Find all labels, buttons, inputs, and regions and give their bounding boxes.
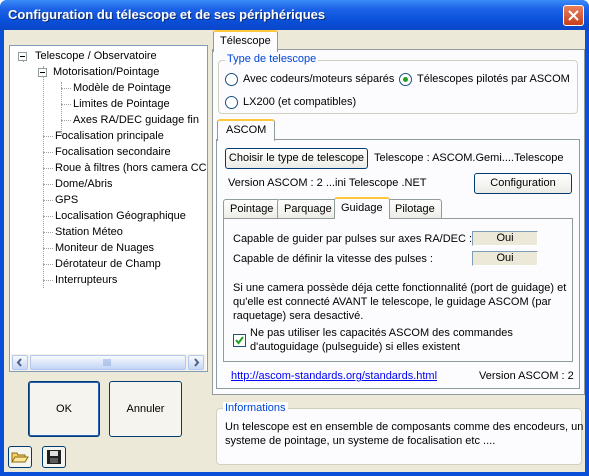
save-button[interactable]: [42, 446, 66, 468]
tree-item-modele-pointage[interactable]: Modèle de Pointage: [73, 80, 171, 96]
tree-item-moniteur-nuages[interactable]: Moniteur de Nuages: [55, 240, 154, 256]
guidage-tab-panel: Capable de guider par pulses sur axes RA…: [223, 218, 573, 362]
tree-item-interrupteurs[interactable]: Interrupteurs: [55, 272, 117, 288]
tab-telescope[interactable]: Télescope: [213, 30, 278, 52]
title-bar[interactable]: Configuration du télescope et de ses pér…: [0, 0, 589, 30]
radio-label-lx200[interactable]: LX200 (et compatibles): [243, 96, 356, 108]
informations-line2: systeme de pointage, un systeme de focal…: [225, 435, 496, 447]
tree-item-telescope[interactable]: Telescope / Observatoire: [35, 48, 157, 64]
dialog-window: Configuration du télescope et de ses pér…: [0, 0, 589, 476]
close-icon: [568, 10, 579, 21]
tab-pointage[interactable]: Pointage: [223, 199, 281, 219]
radio-codeurs-moteurs[interactable]: [225, 73, 238, 86]
radio-ascom[interactable]: [399, 73, 412, 86]
info-text-line3: raquetage) sera desactivé.: [233, 310, 364, 322]
disable-ascom-pulseguide-checkbox[interactable]: [233, 334, 246, 347]
dialog-client: Telescope / Observatoire Motorisation/Po…: [4, 30, 585, 472]
telescope-tab-panel: Type de telescope Avec codeurs/moteurs s…: [212, 49, 585, 395]
tab-guidage[interactable]: Guidage: [334, 197, 390, 219]
tab-ascom[interactable]: ASCOM: [217, 119, 276, 141]
tab-pilotage[interactable]: Pilotage: [388, 199, 442, 219]
tree-item-focalisation-secondaire[interactable]: Focalisation secondaire: [55, 144, 171, 160]
ok-button[interactable]: OK: [28, 381, 100, 437]
window-title: Configuration du télescope et de ses pér…: [8, 7, 326, 22]
open-button[interactable]: [8, 446, 32, 468]
telescope-name-text: Telescope : ASCOM.Gemi....Telescope: [374, 152, 564, 164]
scroll-left-button[interactable]: [12, 355, 28, 370]
chevron-right-icon: [194, 358, 200, 367]
ascom-tab-panel: Choisir le type de telescope Telescope :…: [216, 139, 580, 389]
radio-lx200[interactable]: [225, 96, 238, 109]
checkmark-icon: [235, 336, 244, 345]
pulse-speed-value: Oui: [472, 251, 538, 266]
radio-label-codeurs[interactable]: Avec codeurs/moteurs séparés: [243, 73, 394, 85]
tree-item-roue-filtres[interactable]: Roue à filtres (hors camera CCD): [55, 160, 207, 176]
tree-view[interactable]: Telescope / Observatoire Motorisation/Po…: [9, 45, 208, 372]
info-text-line1: Si une camera possède déja cette fonctio…: [233, 282, 567, 294]
scroll-thumb[interactable]: [30, 355, 186, 370]
telescope-type-group: Type de telescope Avec codeurs/moteurs s…: [218, 53, 578, 114]
tree-item-motorisation[interactable]: Motorisation/Pointage: [53, 64, 159, 80]
checkbox-label-line1[interactable]: Ne pas utiliser les capacités ASCOM des …: [250, 327, 513, 339]
pulse-guide-value: Oui: [472, 231, 538, 246]
tree-collapse-icon[interactable]: [38, 68, 47, 77]
chevron-left-icon: [16, 358, 22, 367]
radio-label-ascom[interactable]: Télescopes pilotés par ASCOM: [417, 73, 570, 85]
tree-collapse-icon[interactable]: [18, 52, 27, 61]
close-button[interactable]: [563, 5, 584, 26]
ascom-version-text: Version ASCOM : 2 ...ini Telescope .NET: [228, 177, 427, 189]
tab-parquage[interactable]: Parquage: [277, 199, 339, 219]
configuration-button[interactable]: Configuration: [474, 173, 572, 194]
telescope-type-label: Type de telescope: [225, 53, 319, 65]
choose-telescope-button[interactable]: Choisir le type de telescope: [225, 148, 368, 169]
tree-item-localisation[interactable]: Localisation Géographique: [55, 208, 186, 224]
pulse-guide-label: Capable de guider par pulses sur axes RA…: [233, 233, 473, 245]
informations-label: Informations: [223, 402, 288, 414]
tree-item-derotateur[interactable]: Dérotateur de Champ: [55, 256, 161, 272]
grip-icon: [103, 359, 111, 366]
informations-line1: Un telescope est en ensemble de composan…: [225, 421, 584, 433]
informations-group: Informations Un telescope est en ensembl…: [216, 402, 584, 465]
cancel-button[interactable]: Annuler: [109, 381, 182, 437]
folder-open-icon: [11, 452, 29, 463]
tree-item-limites-pointage[interactable]: Limites de Pointage: [73, 96, 170, 112]
ascom-version-footer: Version ASCOM : 2: [479, 370, 574, 382]
tree-item-dome[interactable]: Dome/Abris: [55, 176, 112, 192]
floppy-disk-icon: [47, 450, 61, 464]
info-text-line2: qu'elle est connecté AVANT le telescope,…: [233, 296, 552, 308]
tree-item-axes-guidage[interactable]: Axes RA/DEC guidage fin: [73, 112, 199, 128]
tree-item-focalisation-principale[interactable]: Focalisation principale: [55, 128, 164, 144]
ascom-standards-link[interactable]: http://ascom-standards.org/standards.htm…: [231, 370, 437, 382]
tree-item-station-meteo[interactable]: Station Méteo: [55, 224, 123, 240]
tree-item-gps[interactable]: GPS: [55, 192, 78, 208]
tree-horizontal-scrollbar[interactable]: [11, 354, 206, 371]
checkbox-label-line2[interactable]: d'autoguidage (pulseguide) si elles exis…: [250, 341, 460, 353]
scroll-right-button[interactable]: [188, 355, 204, 370]
pulse-speed-label: Capable de définir la vitesse des pulses…: [233, 253, 433, 265]
